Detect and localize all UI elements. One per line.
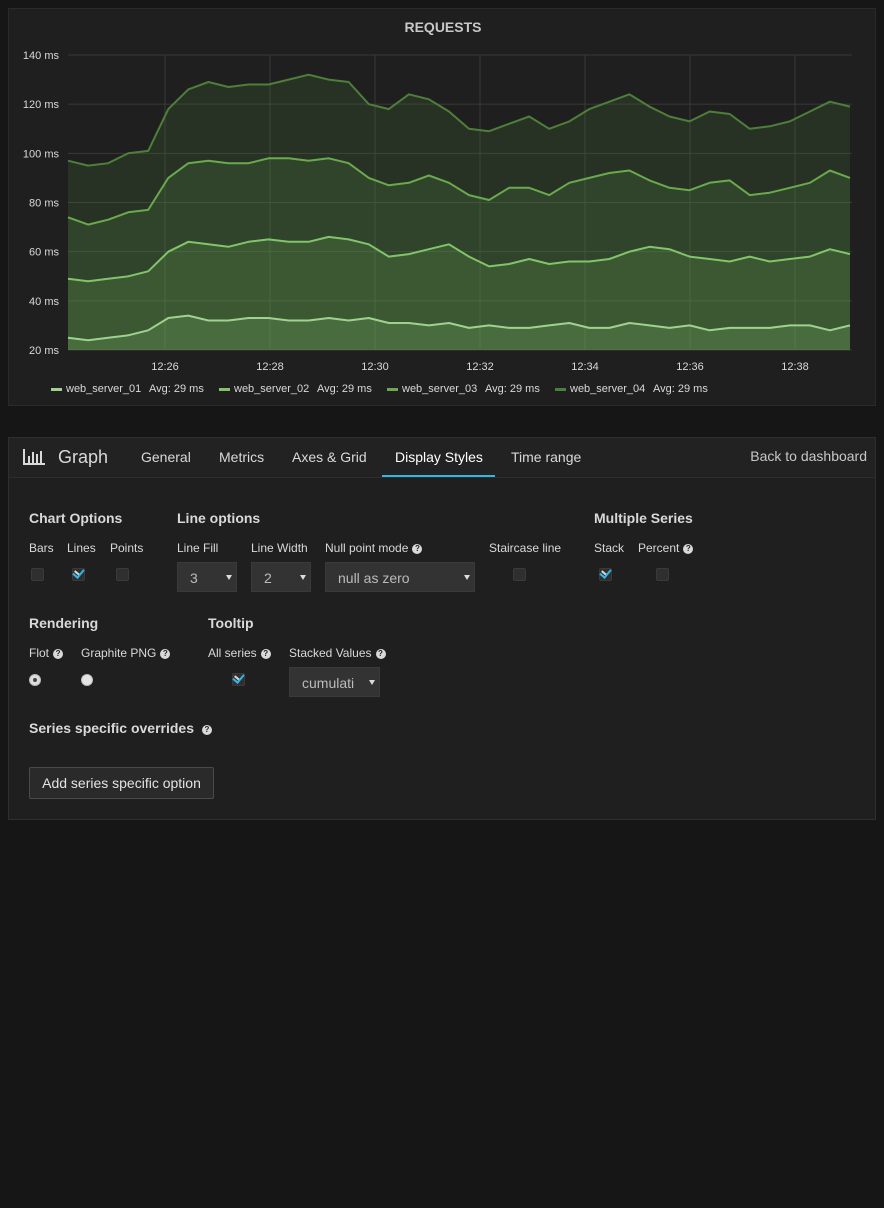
null-point-mode-select[interactable]: null as zero	[325, 562, 475, 592]
stacked-values-label: Stacked Values?	[289, 646, 386, 660]
x-tick-label: 12:28	[256, 361, 284, 373]
help-icon[interactable]: ?	[375, 649, 386, 659]
line-fill-select[interactable]: 3	[177, 562, 237, 592]
panel-title[interactable]: REQUESTS	[404, 19, 481, 35]
chart-legend: web_server_01 Avg: 29 ms web_server_02 Avg:…	[51, 383, 708, 395]
legend-series-name[interactable]: web_server_04	[569, 383, 645, 395]
null-point-mode-value: null as zero	[338, 570, 410, 586]
help-icon[interactable]: ?	[160, 649, 171, 659]
percent-checkbox[interactable]	[656, 568, 669, 581]
graph-panel: REQUESTS 20 ms 40 ms 60 ms 80 ms 100 ms 120 m…	[8, 8, 876, 406]
bars-label: Bars	[29, 541, 54, 555]
line-width-select[interactable]: 2	[251, 562, 311, 592]
tab-display-styles[interactable]: Display Styles	[395, 449, 483, 465]
y-tick-label: 120 ms	[23, 99, 60, 111]
line-fill-label: Line Fill	[177, 541, 219, 555]
requests-chart: REQUESTS 20 ms 40 ms 60 ms 80 ms 100 ms 120 m…	[23, 19, 852, 395]
legend-swatch	[219, 388, 230, 391]
line-width-value: 2	[264, 570, 272, 586]
legend-series-name[interactable]: web_server_02	[233, 383, 309, 395]
caret-down-icon	[226, 575, 232, 580]
staircase-label: Staircase line	[489, 541, 562, 555]
y-tick-label: 140 ms	[23, 50, 60, 62]
y-tick-label: 20 ms	[29, 345, 59, 357]
x-tick-label: 12:26	[151, 361, 179, 373]
x-tick-label: 12:36	[676, 361, 704, 373]
panel-editor: Graph General Metrics Axes & Grid Displa…	[8, 437, 876, 820]
active-tab-indicator	[382, 475, 495, 477]
graphite-png-text: Graphite PNG	[81, 646, 157, 660]
bar-chart-icon	[23, 449, 45, 465]
y-tick-label: 100 ms	[23, 148, 60, 160]
help-icon[interactable]: ?	[53, 649, 64, 659]
series-overrides-heading: Series specific overrides?	[29, 720, 212, 736]
null-point-mode-text: Null point mode	[325, 541, 409, 555]
y-tick-label: 40 ms	[29, 296, 59, 308]
legend-series-avg: Avg: 29 ms	[653, 383, 708, 395]
null-point-mode-label: Null point mode?	[325, 541, 423, 555]
percent-label: Percent?	[638, 541, 694, 555]
legend-series-avg: Avg: 29 ms	[485, 383, 540, 395]
lines-checkbox[interactable]	[72, 568, 85, 581]
tab-general[interactable]: General	[141, 449, 191, 465]
chart-options-heading: Chart Options	[29, 510, 123, 526]
help-icon[interactable]: ?	[412, 544, 423, 554]
editor-header: Graph General Metrics Axes & Grid Displa…	[9, 438, 875, 478]
lines-label: Lines	[67, 541, 96, 555]
all-series-label: All series?	[208, 646, 271, 660]
percent-text: Percent	[638, 541, 680, 555]
stack-checkbox[interactable]	[599, 568, 612, 581]
tab-axes-grid[interactable]: Axes & Grid	[292, 449, 367, 465]
stacked-values-select[interactable]: cumulati	[289, 667, 380, 697]
caret-down-icon	[464, 575, 470, 580]
chart-series	[67, 73, 851, 350]
points-label: Points	[110, 541, 144, 555]
graphite-png-radio[interactable]	[81, 674, 93, 686]
points-checkbox[interactable]	[116, 568, 129, 581]
legend-swatch	[51, 388, 62, 391]
staircase-checkbox[interactable]	[513, 568, 526, 581]
line-fill-value: 3	[190, 570, 198, 586]
multiple-series-heading: Multiple Series	[594, 510, 693, 526]
stacked-values-text: Stacked Values	[289, 646, 372, 660]
legend-swatch	[555, 388, 566, 391]
y-tick-label: 60 ms	[29, 247, 59, 259]
all-series-checkbox[interactable]	[232, 673, 245, 686]
line-options-heading: Line options	[177, 510, 261, 526]
x-tick-label: 12:30	[361, 361, 389, 373]
bars-checkbox[interactable]	[31, 568, 44, 581]
tab-time-range[interactable]: Time range	[511, 449, 581, 465]
add-series-option-button[interactable]: Add series specific option	[29, 767, 214, 799]
y-tick-label: 80 ms	[29, 198, 59, 210]
help-icon[interactable]: ?	[202, 725, 212, 735]
legend-swatch	[387, 388, 398, 391]
help-icon[interactable]: ?	[260, 649, 271, 659]
legend-series-avg: Avg: 29 ms	[149, 383, 204, 395]
x-axis: 12:26 12:28 12:30 12:32 12:34 12:36 12:38	[151, 361, 809, 373]
caret-down-icon	[369, 680, 375, 685]
stack-label: Stack	[594, 541, 625, 555]
flot-text: Flot	[29, 646, 50, 660]
flot-label: Flot?	[29, 646, 64, 660]
all-series-text: All series	[208, 646, 257, 660]
x-tick-label: 12:38	[781, 361, 809, 373]
rendering-heading: Rendering	[29, 615, 99, 631]
help-icon[interactable]: ?	[683, 544, 694, 554]
editor-title: Graph	[58, 447, 109, 467]
legend-series-avg: Avg: 29 ms	[317, 383, 372, 395]
line-width-label: Line Width	[251, 541, 308, 555]
graphite-png-label: Graphite PNG?	[81, 646, 171, 660]
flot-radio[interactable]	[29, 674, 41, 686]
x-tick-label: 12:32	[466, 361, 494, 373]
y-axis: 20 ms 40 ms 60 ms 80 ms 100 ms 120 ms 140 ms	[23, 50, 60, 357]
legend-series-name[interactable]: web_server_01	[65, 383, 141, 395]
series-overrides-text: Series specific overrides	[29, 720, 194, 736]
x-tick-label: 12:34	[571, 361, 599, 373]
legend-series-name[interactable]: web_server_03	[401, 383, 477, 395]
tooltip-heading: Tooltip	[208, 615, 254, 631]
tab-metrics[interactable]: Metrics	[219, 449, 264, 465]
back-to-dashboard-link[interactable]: Back to dashboard	[750, 448, 867, 464]
caret-down-icon	[300, 575, 306, 580]
stacked-values-value: cumulati	[302, 675, 355, 691]
